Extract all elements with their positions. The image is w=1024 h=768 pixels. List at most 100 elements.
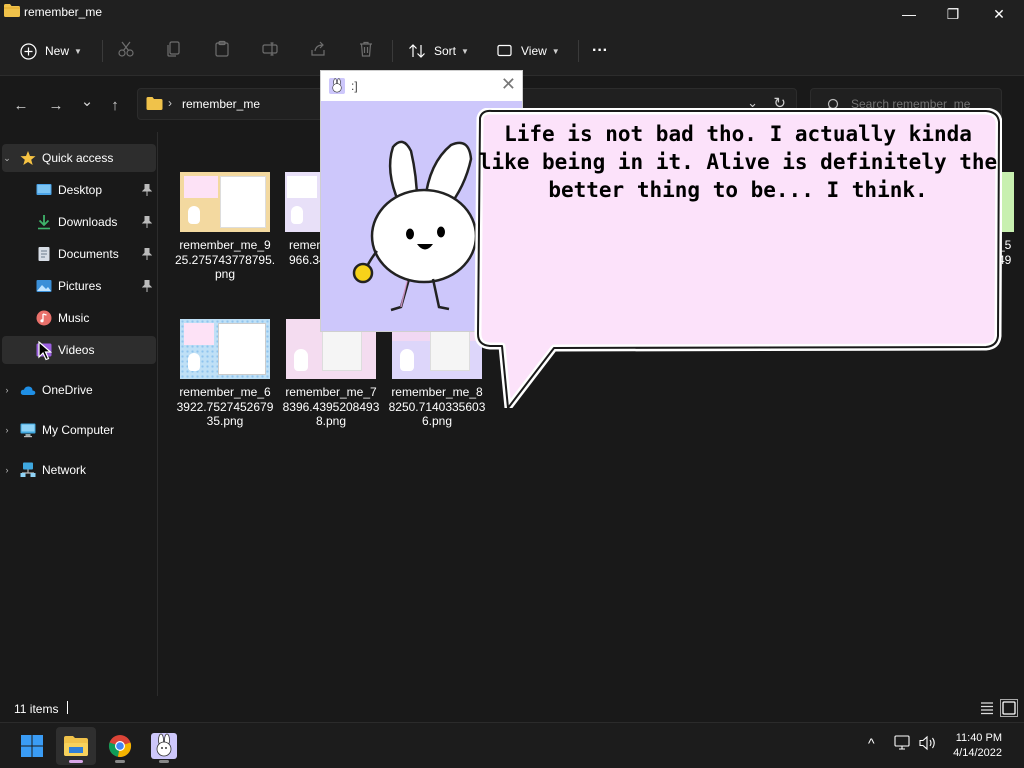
network-status-icon[interactable] [894,735,912,751]
paste-icon[interactable] [213,40,231,58]
sidebar-item-label: Network [42,463,87,477]
delete-icon[interactable] [357,40,375,58]
music-icon [36,310,52,326]
file-thumbnail [180,319,270,379]
file-name-line: 3922.7527452679 [176,399,274,414]
sidebar-item-quick-access[interactable]: ⌄ Quick access [2,144,156,172]
divider [578,40,579,62]
back-button[interactable]: ← [10,94,32,116]
sidebar-item-pictures[interactable]: Pictures [2,272,156,300]
close-button[interactable]: ✕ [976,0,1022,28]
clock-time: 11:40 PM [955,732,1002,744]
breadcrumb[interactable]: remember_me [182,97,260,111]
chevron-down-icon[interactable]: ⌄ [2,153,12,164]
file-item[interactable]: remember_me_6 3922.7527452679 35.png [175,319,275,429]
view-label: View [521,44,547,58]
file-name-line: 8396.4395208493 [282,399,380,414]
sidebar-item-label: OneDrive [42,383,93,397]
sidebar-item-videos[interactable]: Videos [2,336,156,364]
sidebar-item-my-computer[interactable]: › My Computer [2,416,156,444]
clock-date: 4/14/2022 [953,747,1002,759]
sidebar-item-label: Quick access [42,151,114,165]
taskbar: ^ 11:40 PM 4/14/2022 [0,722,1024,768]
file-name-line: 8250.7140335603 [388,399,486,414]
taskbar-chrome[interactable] [100,727,140,765]
taskbar-bunny-app[interactable] [144,727,184,765]
forward-button[interactable]: → [45,94,67,116]
file-item[interactable]: remember_me_8 8250.7140335603 6.png [387,319,487,429]
pin-icon[interactable] [142,184,152,196]
command-bar: New ▼ Sort ▼ View ▼ ··· [0,26,1024,76]
more-options-button[interactable]: ··· [592,38,608,64]
title-bar: remember_me — ❐ ✕ [0,0,1024,26]
file-item[interactable]: remember_me_9 25.275743778795. png [175,172,275,282]
tiles-view-icon[interactable] [1000,699,1018,717]
chevron-right-icon[interactable]: › [2,425,12,435]
sidebar-item-label: Music [58,311,90,325]
bunny-app-icon [151,733,177,759]
star-icon [20,151,36,165]
sidebar-item-label: Desktop [58,183,103,197]
sidebar-item-downloads[interactable]: Downloads [2,208,156,236]
divider [392,40,393,62]
file-item[interactable]: remem 966.34 [281,172,321,267]
file-name-line: 8.png [315,414,347,428]
sidebar-item-documents[interactable]: Documents [2,240,156,268]
sidebar-item-network[interactable]: › Network [2,456,156,484]
navigation-pane: ⌄ Quick access Desktop Downloads Documen… [0,132,158,696]
show-hidden-icons-button[interactable]: ^ [868,735,875,751]
file-name-line: 25.275743778795. [175,252,276,267]
pin-icon[interactable] [142,216,152,228]
chevron-right-icon[interactable]: › [2,385,12,395]
new-label: New [45,44,70,58]
sidebar-item-desktop[interactable]: Desktop [2,176,156,204]
bunny-app-icon [329,78,345,94]
file-name-line: remember_me_9 [179,238,271,252]
sidebar-item-label: Videos [58,343,95,357]
minimize-button[interactable]: — [886,0,932,28]
new-button[interactable]: New ▼ [20,38,82,64]
downloads-icon [38,215,50,230]
running-indicator [115,760,125,763]
sidebar-item-music[interactable]: Music [2,304,156,332]
share-icon[interactable] [309,40,327,58]
chrome-icon [108,735,132,757]
taskbar-file-explorer[interactable] [56,727,96,765]
sort-label: Sort [434,44,457,58]
documents-icon [38,247,50,261]
running-indicator [159,760,169,763]
file-item[interactable]: remember_me_7 8396.4395208493 8.png [281,319,381,429]
file-explorer-icon [64,736,88,756]
cut-icon[interactable] [117,40,135,58]
file-name-line: remember_me_6 [179,385,271,399]
sort-icon [409,44,425,58]
pictures-icon [36,280,52,292]
pin-icon[interactable] [142,248,152,260]
recent-locations-button[interactable]: ⌄ [76,90,98,112]
sidebar-item-onedrive[interactable]: › OneDrive [2,376,156,404]
copy-icon[interactable] [165,40,183,58]
view-button[interactable]: View ▼ [497,38,560,64]
sidebar-item-label: Documents [58,247,119,261]
popup-title-bar[interactable]: :] ✕ [321,71,522,101]
sidebar-item-label: My Computer [42,423,115,437]
volume-icon[interactable] [919,735,937,751]
sort-button[interactable]: Sort ▼ [408,38,469,64]
popup-close-button[interactable]: ✕ [501,74,516,95]
divider [102,40,103,62]
details-view-icon[interactable] [979,700,995,716]
system-clock[interactable]: 11:40 PM 4/14/2022 [953,731,1002,761]
sidebar-item-label: Downloads [58,215,118,229]
up-button[interactable]: ↑ [104,94,126,116]
mouse-cursor-icon [38,341,52,361]
start-button[interactable] [12,727,52,765]
pin-icon[interactable] [142,280,152,292]
desktop-icon [36,184,52,195]
status-bar: 11 items [0,696,1024,722]
view-icon [497,44,512,57]
status-divider [67,701,68,714]
maximize-button[interactable]: ❐ [930,0,976,28]
rename-icon[interactable] [261,40,279,58]
plus-circle-icon [20,42,37,60]
chevron-right-icon[interactable]: › [2,465,12,475]
